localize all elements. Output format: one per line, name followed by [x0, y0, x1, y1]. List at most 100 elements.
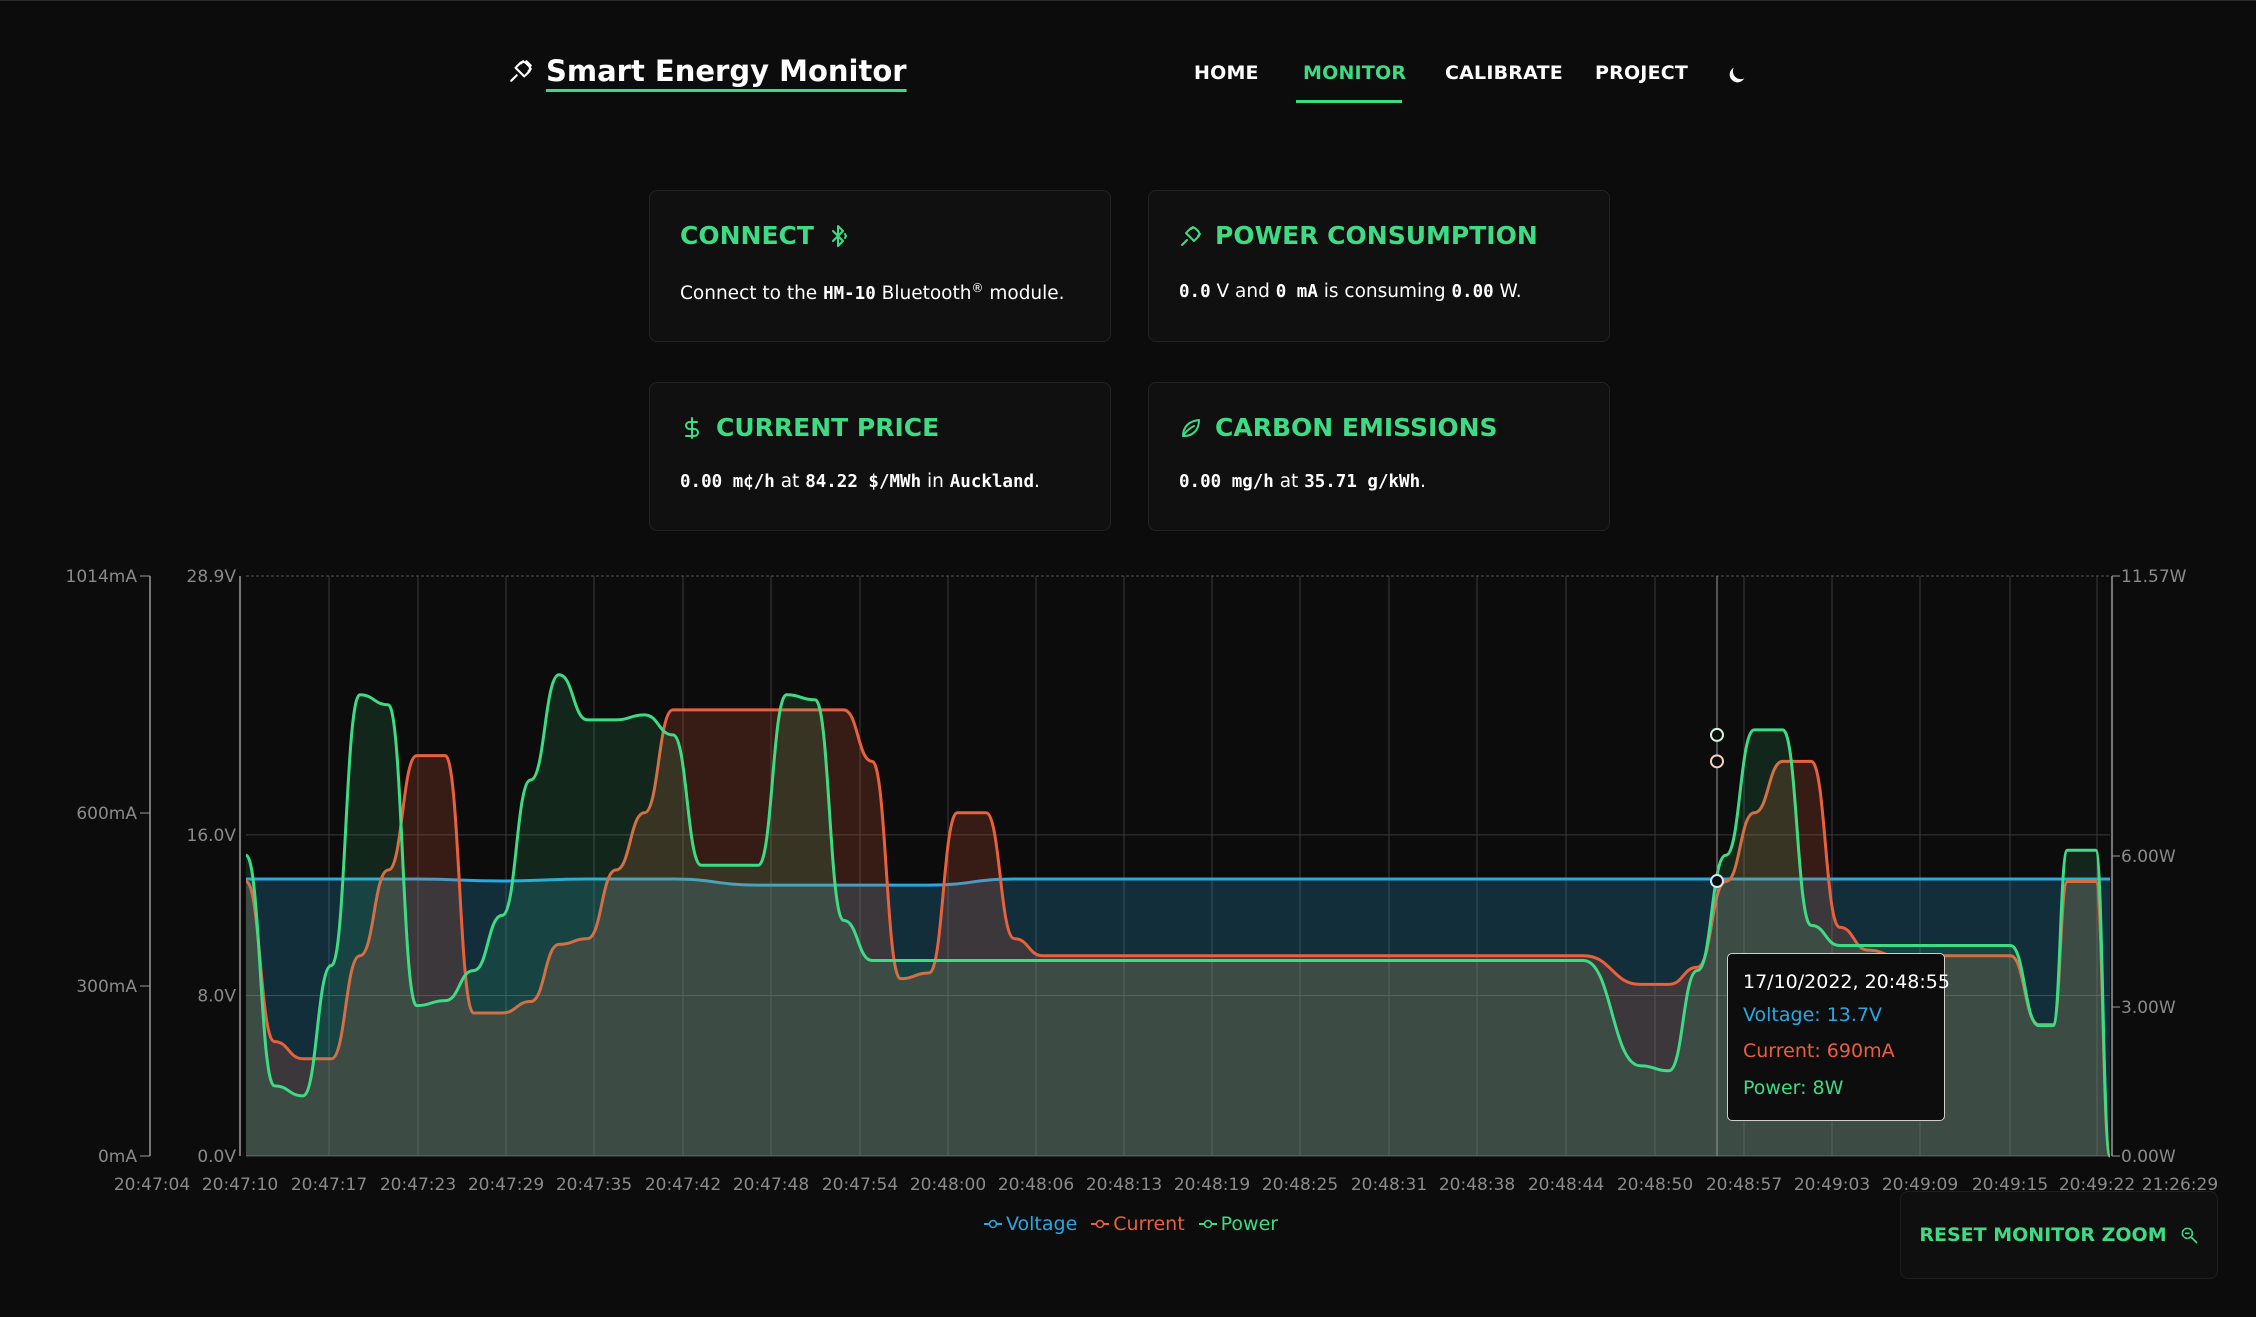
power-unit: W. — [1493, 281, 1522, 302]
current-axis-tick-label: 600mA — [76, 804, 137, 824]
connect-card-text: Connect to the HM-10 Bluetooth® module. — [680, 281, 1065, 304]
x-tick-label: 20:48:13 — [1086, 1175, 1162, 1195]
x-tick-label: 20:47:04 — [114, 1175, 190, 1195]
price-rate-unit: $/MWh — [857, 472, 922, 492]
power-axis-tick-label: 0.00W — [2121, 1147, 2176, 1167]
price-title-row: CURRENT PRICE — [680, 413, 939, 442]
dollar-icon — [685, 416, 699, 439]
tooltip-current: Current: 690mA — [1743, 1040, 1895, 1062]
legend-current-marker — [1091, 1219, 1110, 1229]
current-value: 0 — [1275, 282, 1287, 302]
legend-current[interactable]: Current — [1091, 1213, 1185, 1235]
price-end: . — [1034, 471, 1040, 492]
chart-legend: Voltage Current Power — [984, 1213, 1278, 1235]
bluetooth-icon — [831, 224, 847, 247]
carbon-rate-unit: g/kWh — [1356, 472, 1421, 492]
connect-text-pre: Connect to the — [680, 283, 824, 305]
x-tick-label: 20:47:42 — [645, 1175, 721, 1195]
x-tick-label: 20:48:19 — [1174, 1175, 1250, 1195]
x-tick-label: 20:48:50 — [1617, 1175, 1693, 1195]
price-card-text: 0.00 m¢/h at 84.22 $/MWh in Auckland. — [680, 471, 1040, 492]
carbon-card-title: CARBON EMISSIONS — [1215, 413, 1498, 442]
hover-marker-current — [1710, 754, 1724, 769]
reset-zoom-label: RESET MONITOR ZOOM — [1919, 1224, 2167, 1246]
monitor-chart[interactable]: 20:47:04 20:47:10 20:47:17 20:47:23 20:47:29… — [0, 560, 2256, 1260]
registered-mark: ® — [971, 281, 984, 295]
price-at: at — [774, 471, 806, 492]
legend-power-label: Power — [1220, 1213, 1279, 1235]
x-tick-label: 20:47:17 — [291, 1175, 367, 1195]
nav-home[interactable]: HOME — [1194, 62, 1259, 84]
nav-calibrate[interactable]: CALIBRATE — [1445, 62, 1563, 84]
carbon-rate: 35.71 — [1304, 472, 1357, 492]
legend-voltage-marker — [984, 1219, 1002, 1229]
carbon-end: . — [1420, 471, 1426, 492]
power-value: 0.00 — [1451, 282, 1494, 302]
price-card-title: CURRENT PRICE — [716, 413, 940, 442]
carbon-card: CARBON EMISSIONS 0.00 mg/h at 35.71 g/kW… — [1148, 382, 1610, 531]
reset-zoom-button[interactable]: RESET MONITOR ZOOM — [1900, 1191, 2218, 1279]
x-tick-label: 20:49:03 — [1794, 1175, 1870, 1195]
power-card-text: 0.0 V and 0 mA is consuming 0.00 W. — [1179, 281, 1522, 302]
x-tick-label: 20:48:25 — [1262, 1175, 1338, 1195]
x-tick-label: 20:47:29 — [468, 1175, 544, 1195]
x-tick-label: 20:47:23 — [380, 1175, 456, 1195]
carbon-title-row: CARBON EMISSIONS — [1179, 413, 1498, 442]
voltage-axis-tick-label: 16.0V — [187, 826, 237, 846]
power-axis-tick-label: 3.00W — [2121, 998, 2176, 1018]
connect-card-title: CONNECT — [680, 221, 814, 250]
voltage-axis-tick-label: 28.9V — [187, 567, 237, 587]
price-location: Auckland — [949, 472, 1035, 492]
carbon-value: 0.00 — [1179, 472, 1222, 492]
window-top-border — [0, 0, 2256, 1]
connect-text-mid: Bluetooth — [875, 283, 972, 305]
nav-monitor[interactable]: MONITOR — [1303, 62, 1406, 84]
hover-marker-voltage — [1710, 874, 1724, 889]
legend-power-marker — [1198, 1219, 1217, 1229]
legend-power[interactable]: Power — [1198, 1213, 1279, 1235]
current-axis-tick-label: 1014mA — [66, 567, 138, 587]
x-tick-label: 20:48:44 — [1528, 1175, 1604, 1195]
current-axis-tick-label: 300mA — [76, 977, 137, 997]
voltage-unit: V and — [1210, 281, 1276, 302]
power-card: POWER CONSUMPTION 0.0 V and 0 mA is cons… — [1148, 190, 1610, 342]
plug-icon — [1181, 225, 1201, 246]
nav-active-indicator — [1296, 100, 1402, 103]
connect-title-row: CONNECT — [680, 221, 850, 250]
voltage-axis-tick-label: 8.0V — [197, 986, 236, 1006]
main-nav: HOME MONITOR CALIBRATE PROJECT — [0, 62, 2256, 103]
price-in: in — [921, 471, 950, 492]
power-axis-tick-label: 11.57W — [2121, 567, 2187, 587]
x-tick-label: 20:48:57 — [1706, 1175, 1782, 1195]
x-tick-label: 20:47:10 — [202, 1175, 278, 1195]
tooltip-power: Power: 8W — [1743, 1077, 1844, 1099]
chart-tooltip: 17/10/2022, 20:48:55 Voltage: 13.7V Curr… — [1727, 953, 1950, 1121]
price-value: 0.00 — [680, 472, 723, 492]
x-tick-label: 20:48:00 — [910, 1175, 986, 1195]
connect-text-post: module. — [983, 283, 1065, 305]
legend-voltage-label: Voltage — [1006, 1213, 1078, 1235]
x-tick-label: 20:47:54 — [822, 1175, 898, 1195]
price-unit: m¢/h — [722, 472, 775, 492]
price-rate: 84.22 — [805, 472, 858, 492]
x-tick-label: 20:47:35 — [556, 1175, 632, 1195]
x-tick-label: 20:48:06 — [998, 1175, 1074, 1195]
voltage-axis-tick-label: 0.0V — [197, 1147, 236, 1167]
x-tick-label: 20:48:38 — [1439, 1175, 1515, 1195]
carbon-unit: mg/h — [1221, 472, 1274, 492]
legend-voltage[interactable]: Voltage — [984, 1213, 1077, 1235]
nav-project[interactable]: PROJECT — [1595, 62, 1688, 84]
tooltip-voltage: Voltage: 13.7V — [1743, 1004, 1883, 1026]
legend-current-label: Current — [1113, 1213, 1185, 1235]
leaf-icon — [1182, 418, 1200, 437]
hover-marker-power — [1710, 727, 1724, 742]
current-unit: mA — [1286, 282, 1318, 302]
current-axis-tick-label: 0mA — [98, 1147, 137, 1167]
power-card-title: POWER CONSUMPTION — [1215, 221, 1538, 250]
moon-icon[interactable] — [1726, 64, 1748, 86]
power-text-mid: is consuming — [1317, 281, 1452, 302]
carbon-card-text: 0.00 mg/h at 35.71 g/kWh. — [1179, 471, 1426, 492]
connect-card[interactable]: CONNECT Connect to the HM-10 Bluetooth® … — [649, 190, 1111, 342]
x-tick-label: 20:47:48 — [733, 1175, 809, 1195]
zoom-reset-icon — [2181, 1227, 2197, 1244]
